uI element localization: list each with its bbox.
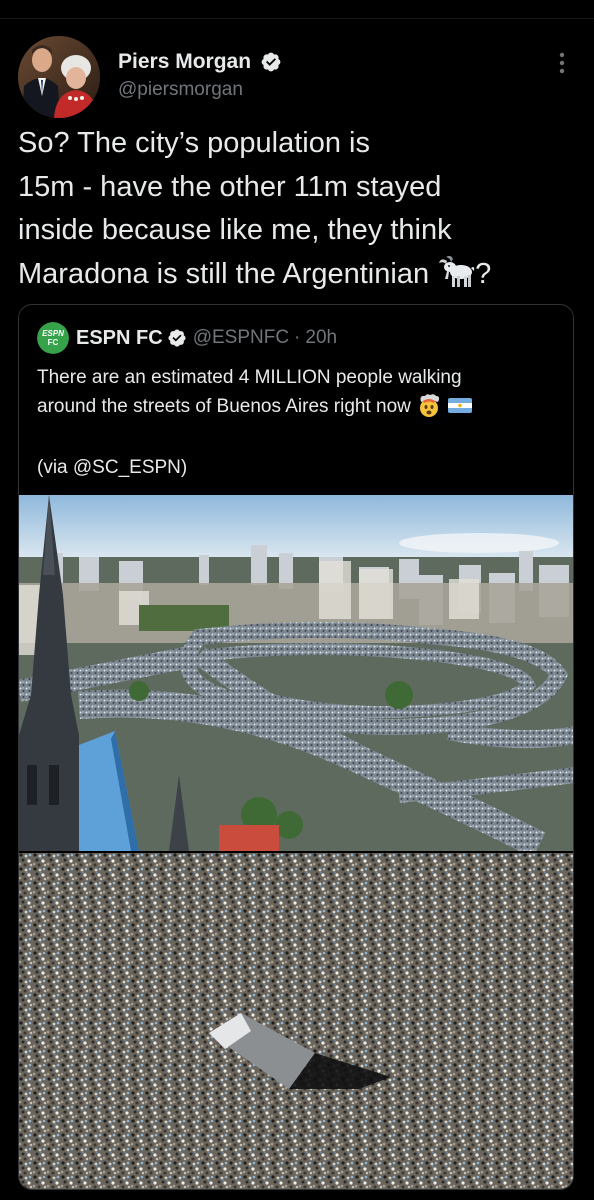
quoted-tweet-card[interactable]: ESPN FC ESPN FC @ESPNFC · 20h There are … xyxy=(18,304,574,1190)
author-info[interactable]: Piers Morgan @piersmorgan xyxy=(118,50,282,101)
tweet-text-line: Maradona is still the Argentinian xyxy=(18,257,430,290)
svg-text:ESPN: ESPN xyxy=(42,329,64,338)
goat-icon xyxy=(439,255,475,287)
highway-crowd-photo[interactable] xyxy=(19,495,574,851)
quoted-tweet-via: (via @SC_ESPN) xyxy=(37,457,188,478)
tweet-header: Piers Morgan @piersmorgan xyxy=(18,36,578,120)
author-display-name[interactable]: Piers Morgan xyxy=(118,50,251,74)
quoted-text-line: around the streets of Buenos Aires right… xyxy=(37,396,411,417)
crowd-aerial-photo[interactable] xyxy=(19,853,574,1190)
tweet-trailing-text: ? xyxy=(475,257,492,290)
verified-badge-icon xyxy=(168,329,186,347)
author-avatar[interactable] xyxy=(18,36,100,118)
quoted-tweet-header: ESPN FC ESPN FC @ESPNFC · 20h xyxy=(37,322,337,354)
top-bar xyxy=(0,0,594,19)
quoted-author-display-name[interactable]: ESPN FC xyxy=(76,327,163,350)
argentina-flag-icon xyxy=(448,398,473,413)
exploding-head-icon xyxy=(420,394,440,417)
quoted-text-line: There are an estimated 4 MILLION people … xyxy=(37,367,462,388)
svg-text:FC: FC xyxy=(48,338,59,347)
quoted-author-handle[interactable]: @ESPNFC xyxy=(193,327,289,349)
tweet-text-line: inside because like me, they think xyxy=(18,214,452,246)
tweet-text-line: 15m - have the other 11m stayed xyxy=(18,170,442,203)
more-options-icon[interactable] xyxy=(552,50,572,76)
quoted-tweet-text: There are an estimated 4 MILLION people … xyxy=(37,363,557,421)
meta-separator: · xyxy=(294,327,301,348)
quoted-tweet-time[interactable]: 20h xyxy=(305,327,337,349)
espn-fc-avatar[interactable]: ESPN FC xyxy=(37,322,69,354)
author-handle[interactable]: @piersmorgan xyxy=(118,79,282,101)
tweet-text: So? The city’s population is 15m - have t… xyxy=(18,122,578,296)
tweet-text-line: So? The city’s population is xyxy=(18,127,370,159)
verified-badge-icon xyxy=(261,52,280,72)
